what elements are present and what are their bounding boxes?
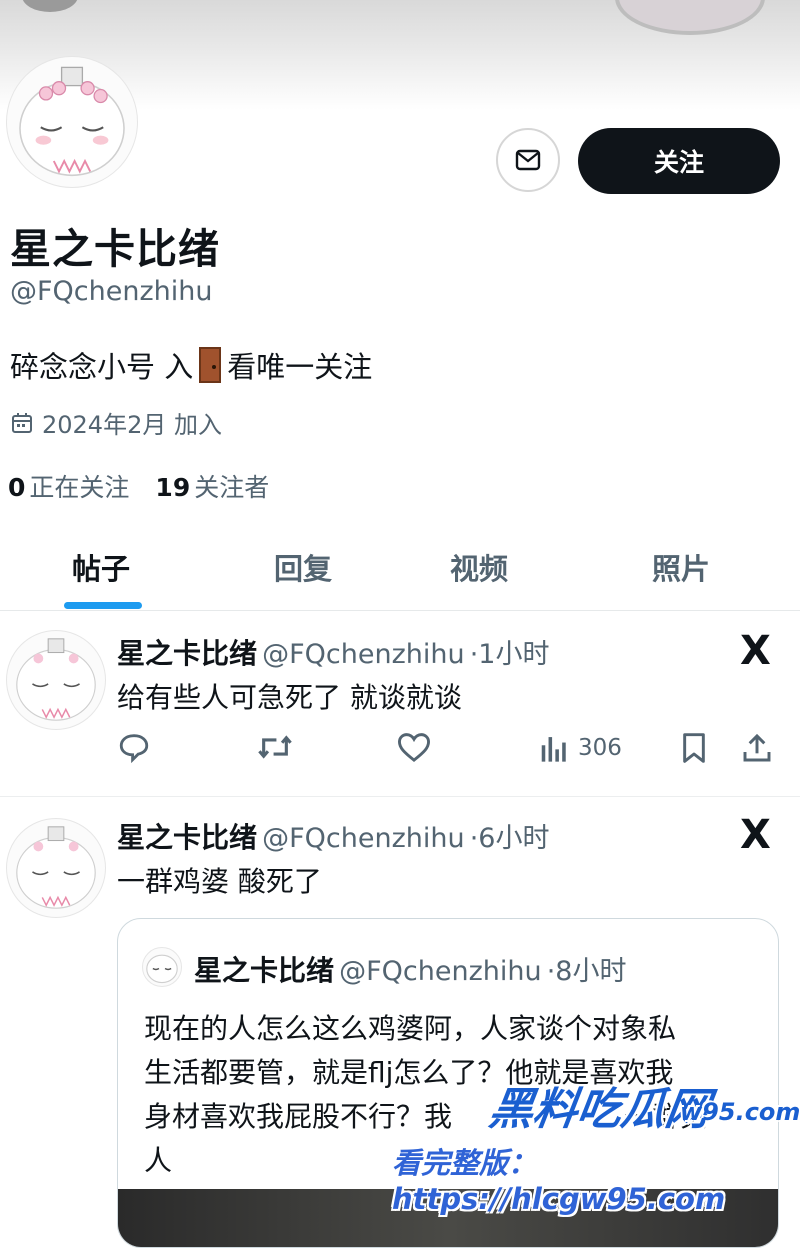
share-icon bbox=[743, 733, 771, 762]
x-logo-icon: X bbox=[740, 628, 771, 674]
joined-text: 2024年2月 加入 bbox=[42, 411, 222, 439]
avatar-illustration bbox=[16, 826, 96, 909]
like-button[interactable] bbox=[396, 731, 432, 763]
repost-icon bbox=[258, 735, 292, 759]
envelope-icon bbox=[515, 149, 541, 171]
tab-photos[interactable]: 照片 bbox=[652, 546, 710, 588]
avatar-illustration bbox=[146, 954, 178, 984]
profile-avatar[interactable] bbox=[6, 56, 138, 188]
door-emoji-icon bbox=[199, 347, 222, 383]
repost-button[interactable] bbox=[255, 730, 295, 764]
tab-replies[interactable]: 回复 bbox=[274, 546, 332, 588]
post-author-name[interactable]: 星之卡比绪 bbox=[117, 637, 257, 670]
post-text: 一群鸡婆 酸死了 bbox=[117, 865, 322, 898]
post-text: 给有些人可急死了 就谈就谈 bbox=[117, 681, 462, 714]
post-header: 星之卡比绪 @FQchenzhihu ·6小时 bbox=[117, 816, 549, 856]
quote-avatar bbox=[142, 947, 182, 987]
calendar-icon bbox=[12, 412, 32, 433]
post-divider bbox=[0, 796, 800, 797]
message-button[interactable] bbox=[496, 128, 560, 192]
post-header: 星之卡比绪 @FQchenzhihu ·1小时 bbox=[117, 632, 549, 672]
profile-tabs: 帖子 回复 视频 照片 bbox=[0, 530, 800, 611]
followers-label[interactable]: 关注者 bbox=[194, 468, 269, 504]
watermark-link: 看完整版：https://hlcgw95.com bbox=[392, 1146, 726, 1216]
watermark-domain: w95.com bbox=[680, 1098, 800, 1126]
analytics-icon bbox=[541, 737, 566, 762]
tab-videos[interactable]: 视频 bbox=[450, 546, 508, 588]
active-tab-indicator bbox=[64, 602, 142, 609]
following-count[interactable]: 0 bbox=[8, 473, 25, 502]
post-author-name[interactable]: 星之卡比绪 bbox=[117, 821, 257, 854]
bookmark-icon bbox=[683, 733, 705, 763]
views-number: 306 bbox=[578, 735, 622, 761]
tab-posts[interactable]: 帖子 bbox=[72, 546, 130, 588]
post-author-handle[interactable]: @FQchenzhihu bbox=[262, 639, 464, 670]
follow-stats: 0 正在关注 19 关注者 bbox=[8, 468, 269, 504]
reply-icon bbox=[119, 734, 149, 764]
bio-text-after: 看唯一关注 bbox=[227, 350, 373, 384]
avatar-illustration bbox=[19, 66, 125, 177]
quote-time: ·8小时 bbox=[546, 956, 627, 987]
post-time: ·6小时 bbox=[469, 823, 550, 854]
share-button[interactable] bbox=[742, 732, 772, 764]
post-author-handle[interactable]: @FQchenzhihu bbox=[262, 823, 464, 854]
post-avatar[interactable] bbox=[6, 630, 106, 730]
profile-name: 星之卡比绪 bbox=[10, 225, 220, 273]
quote-line: 现在的人怎么这么鸡婆阿，人家谈个对象私 bbox=[144, 1012, 677, 1045]
quote-author-handle: @FQchenzhihu bbox=[339, 956, 542, 987]
quote-header: 星之卡比绪 @FQchenzhihu ·8小时 bbox=[194, 949, 626, 989]
follow-button[interactable]: 关注 bbox=[578, 128, 780, 194]
views-count[interactable]: 306 bbox=[540, 733, 622, 763]
post-avatar[interactable] bbox=[6, 818, 106, 918]
x-logo-icon: X bbox=[740, 812, 771, 858]
following-label[interactable]: 正在关注 bbox=[29, 468, 129, 504]
bio-text-before: 碎念念小号 入 bbox=[10, 350, 194, 384]
avatar-illustration bbox=[16, 638, 96, 721]
heart-icon bbox=[397, 733, 431, 762]
quote-author-name: 星之卡比绪 bbox=[194, 954, 335, 987]
profile-bio: 碎念念小号 入 看唯一关注 bbox=[10, 344, 372, 386]
reply-button[interactable] bbox=[117, 730, 151, 764]
bookmark-button[interactable] bbox=[680, 732, 708, 764]
followers-count[interactable]: 19 bbox=[155, 473, 190, 502]
joined-date: 2024年2月 加入 bbox=[10, 405, 222, 440]
post-time: ·1小时 bbox=[469, 639, 550, 670]
profile-handle: @FQchenzhihu bbox=[10, 276, 213, 307]
quote-line-part: 身材喜欢我屁股不行？我 bbox=[144, 1100, 453, 1133]
